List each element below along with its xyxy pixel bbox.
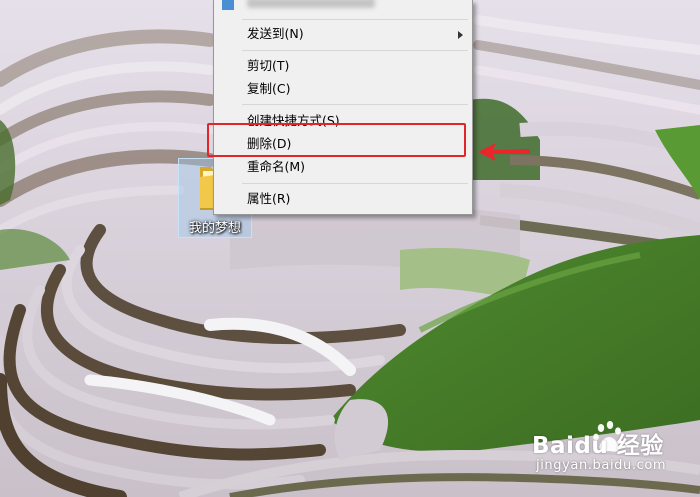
- menu-item-properties[interactable]: 属性(R): [214, 188, 472, 210]
- menu-item-partial[interactable]: [214, 0, 472, 14]
- menu-item-copy[interactable]: 复制(C): [214, 78, 472, 100]
- menu-item-label: 重命名(M): [247, 159, 306, 174]
- context-menu: 发送到(N) 剪切(T) 复制(C) 创建快捷方式(S) 删除(D) 重命名(M…: [213, 0, 473, 215]
- menu-item-label: 发送到(N): [247, 26, 304, 41]
- menu-separator: [242, 50, 468, 51]
- menu-separator: [242, 183, 468, 184]
- menu-separator: [242, 104, 468, 105]
- annotation-highlight-box: [207, 123, 466, 157]
- watermark-brand: Baidu 经验: [532, 433, 664, 459]
- menu-item-send-to[interactable]: 发送到(N): [214, 23, 472, 45]
- folder-label: 我的梦想: [188, 221, 241, 236]
- menu-separator: [242, 19, 468, 20]
- desktop: 我的梦想 发送到(N) 剪切(T) 复制(C) 创建快捷方式(S) 删除(D) …: [0, 0, 700, 497]
- watermark-site: jingyan.baidu.com: [536, 458, 667, 473]
- menu-item-cut[interactable]: 剪切(T): [214, 55, 472, 77]
- menu-item-label: 复制(C): [247, 81, 291, 96]
- baidu-watermark: Baidu 经验 jingyan.baidu.com: [528, 418, 698, 496]
- menu-item-rename[interactable]: 重命名(M): [214, 156, 472, 178]
- app-icon: [222, 0, 234, 10]
- red-arrow-left-icon: [478, 143, 530, 161]
- submenu-arrow-icon: [458, 31, 463, 39]
- blurred-label: [247, 0, 375, 8]
- menu-item-label: 剪切(T): [247, 58, 290, 73]
- menu-item-label: 属性(R): [247, 191, 291, 206]
